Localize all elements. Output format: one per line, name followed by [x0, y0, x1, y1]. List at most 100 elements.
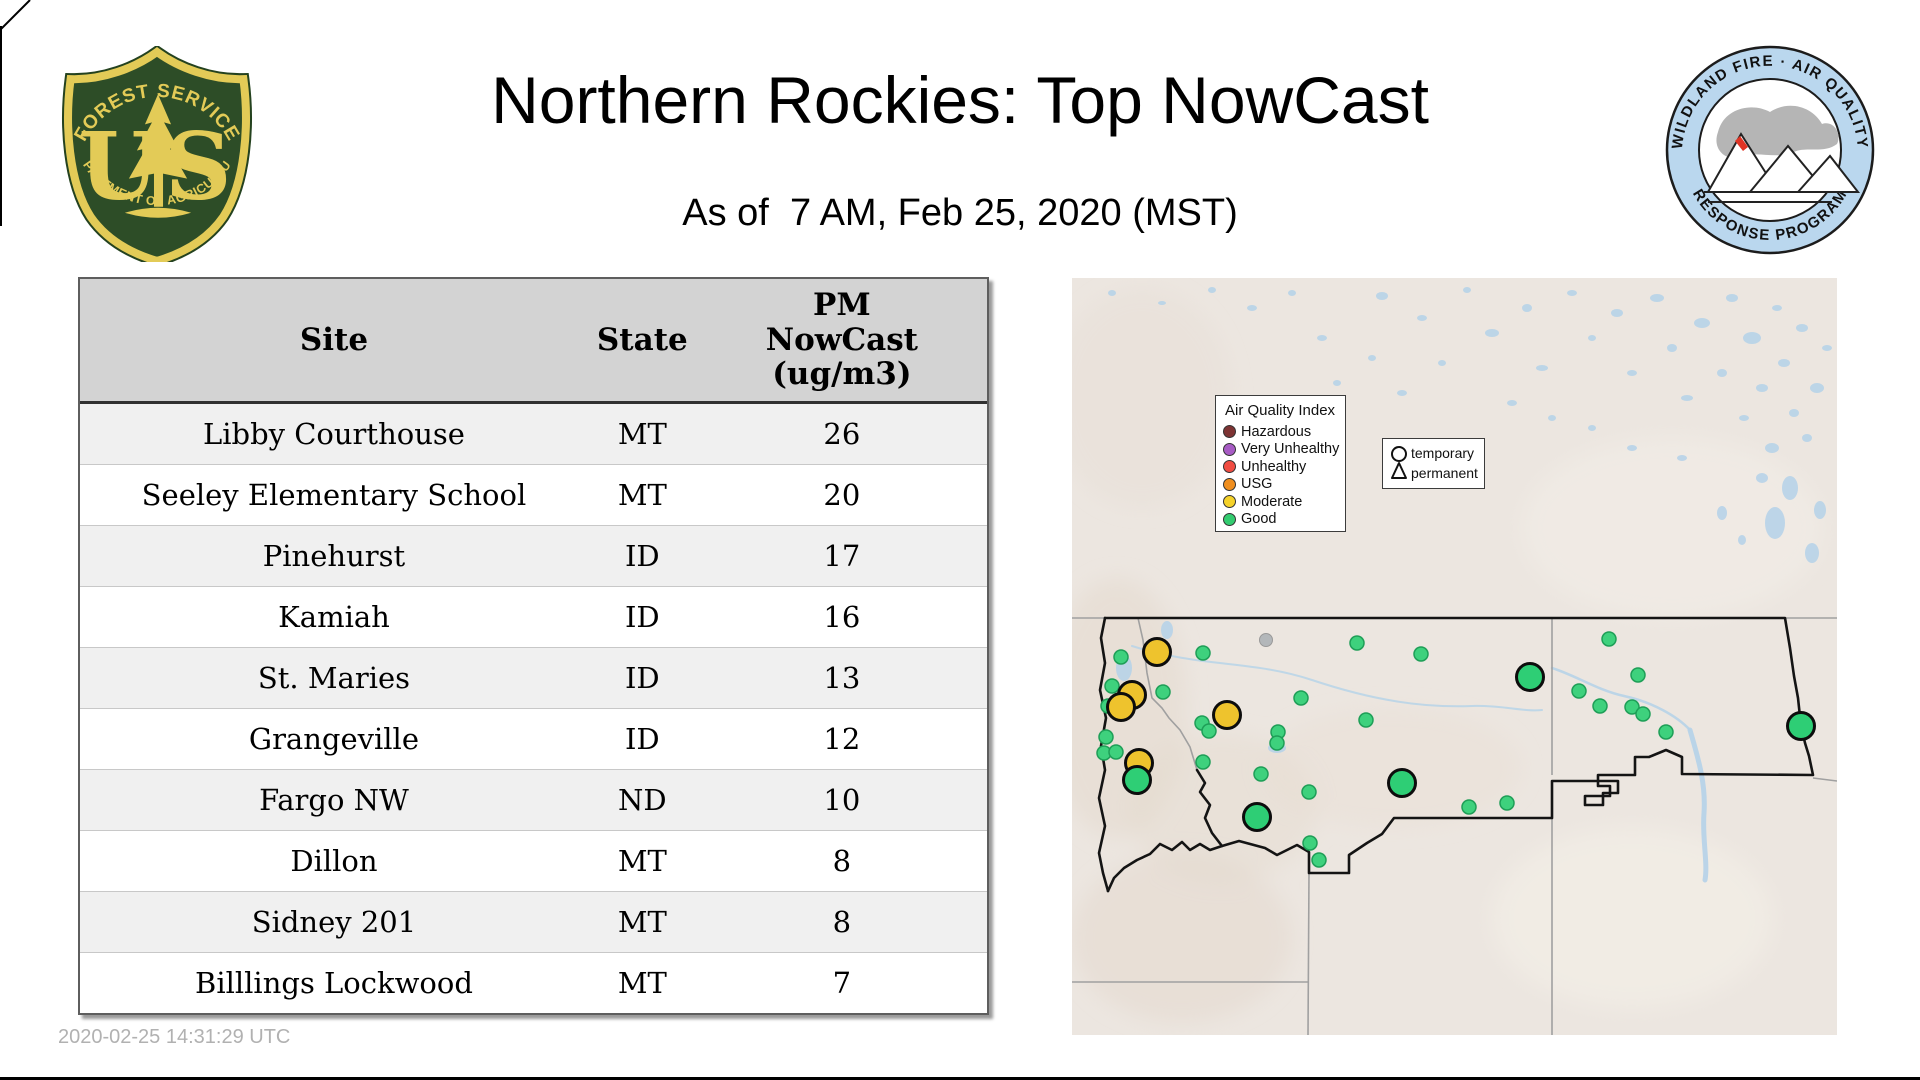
- monitor-dot-good-permanent: [1201, 723, 1217, 739]
- table-row: Seeley Elementary School MT 20: [80, 464, 987, 526]
- lake-blob: [1161, 621, 1173, 639]
- lake-blob: [1814, 501, 1826, 519]
- lake-blob: [1822, 345, 1832, 351]
- value-cell: 16: [696, 586, 987, 648]
- column-header-2: PM NowCast (ug/m3): [696, 279, 987, 404]
- aqi-item-label: Unhealthy: [1241, 458, 1307, 475]
- lake-blob: [1756, 384, 1768, 392]
- lake-blob: [1802, 434, 1812, 442]
- lake-blob: [1567, 290, 1577, 296]
- table-row: Billlings Lockwood MT 7: [80, 952, 987, 1013]
- lake-blob: [1611, 309, 1623, 317]
- value-cell: 12: [696, 708, 987, 770]
- monitor-dot-good-permanent: [1349, 635, 1365, 651]
- site-cell: Sidney 201: [80, 891, 588, 953]
- lake-blob: [1247, 305, 1257, 311]
- page-subtitle: As of 7 AM, Feb 25, 2020 (MST): [682, 192, 1238, 234]
- column-header-0: Site: [80, 279, 588, 404]
- aqi-color-dot: [1223, 495, 1236, 509]
- site-cell: Billlings Lockwood: [80, 952, 588, 1013]
- lake-blob: [1438, 360, 1446, 366]
- monitor-map: Air Quality Index Hazardous Very Unhealth…: [1072, 278, 1837, 1035]
- aqi-legend-item: Good: [1223, 511, 1345, 529]
- monitor-dot-moderate-temporary: [1106, 692, 1136, 722]
- state-cell: ID: [587, 586, 697, 648]
- aqi-color-dot: [1223, 512, 1236, 526]
- aqi-color-dot: [1223, 425, 1236, 439]
- lake-blob: [1756, 473, 1768, 483]
- aqi-item-label: USG: [1241, 476, 1273, 493]
- monitor-dot-good-permanent: [1358, 712, 1374, 728]
- monitor-dot-good-permanent: [1461, 799, 1477, 815]
- monitor-dot-good-permanent: [1301, 784, 1317, 800]
- state-cell: ID: [587, 647, 697, 709]
- value-cell: 7: [696, 952, 987, 1013]
- table-row: Sidney 201 MT 8: [80, 891, 987, 953]
- monitor-dot-good-permanent: [1630, 667, 1646, 683]
- monitor-dot-moderate-temporary: [1212, 700, 1242, 730]
- aqi-legend-title: Air Quality Index: [1225, 402, 1336, 419]
- lake-blob: [1694, 318, 1710, 328]
- site-cell: Pinehurst: [80, 525, 588, 587]
- permanent-monitor-icon: [1391, 462, 1407, 479]
- monitor-dot-good-temporary: [1122, 765, 1152, 795]
- monitor-dot-good-permanent: [1571, 683, 1587, 699]
- monitor-dot-good-permanent: [1113, 649, 1129, 665]
- table-header: Site State PM NowCast (ug/m3): [80, 279, 987, 404]
- state-cell: MT: [587, 830, 697, 892]
- monitor-dot-good-temporary: [1387, 768, 1417, 798]
- lake-blob: [1417, 315, 1427, 321]
- monitor-dot-good-permanent: [1601, 631, 1617, 647]
- monitor-type-symbols: [1391, 446, 1407, 479]
- lake-blob: [1368, 355, 1376, 361]
- wfaqrp-logo: WILDLAND FIRE · AIR QUALITY RESPONSE PRO…: [1665, 45, 1875, 255]
- aqi-color-dot: [1223, 477, 1236, 491]
- monitor-dot-good-permanent: [1195, 645, 1211, 661]
- lake-blob: [1772, 305, 1782, 311]
- nowcast-table: Site State PM NowCast (ug/m3) Libby Courth…: [80, 279, 987, 1013]
- state-cell: MT: [587, 464, 697, 526]
- table-row: Pinehurst ID 17: [80, 525, 987, 587]
- site-cell: Fargo NW: [80, 769, 588, 831]
- lake-blob: [1805, 543, 1819, 563]
- table-row: St. Maries ID 13: [80, 647, 987, 709]
- state-cell: MT: [587, 952, 697, 1013]
- lake-blob: [1717, 369, 1727, 377]
- monitor-type-legend: temporary permanent: [1382, 438, 1485, 489]
- monitor-dot-good-permanent: [1499, 795, 1515, 811]
- lake-blob: [1588, 425, 1596, 431]
- value-cell: 26: [696, 402, 987, 465]
- left-border-line: [0, 26, 2, 226]
- state-cell: MT: [587, 891, 697, 953]
- aqi-legend-item: USG: [1223, 476, 1345, 494]
- monitor-dot-good-permanent: [1302, 835, 1318, 851]
- site-cell: Libby Courthouse: [80, 402, 588, 465]
- table-row: Grangeville ID 12: [80, 708, 987, 770]
- monitor-dot-good-temporary: [1786, 711, 1816, 741]
- permanent-label: permanent: [1411, 465, 1478, 481]
- lake-blob: [1536, 365, 1548, 371]
- aqi-color-dot: [1223, 442, 1236, 456]
- table-row: Kamiah ID 16: [80, 586, 987, 648]
- lake-blob: [1522, 304, 1532, 312]
- aqi-item-label: Moderate: [1241, 493, 1303, 510]
- aqi-legend-item: Hazardous: [1223, 423, 1345, 441]
- value-cell: 8: [696, 891, 987, 953]
- page-title: Northern Rockies: Top NowCast: [491, 63, 1429, 137]
- monitor-dot-good-permanent: [1592, 698, 1608, 714]
- lake-blob: [1588, 335, 1596, 341]
- lake-blob: [1627, 445, 1637, 451]
- monitor-dot-good-permanent: [1413, 646, 1429, 662]
- lake-blob: [1743, 332, 1761, 344]
- table-row: Libby Courthouse MT 26: [80, 402, 987, 465]
- lake-blob: [1333, 380, 1341, 386]
- table-row: Fargo NW ND 10: [80, 769, 987, 831]
- lake-blob: [1288, 290, 1296, 296]
- monitor-dot-good-permanent: [1311, 852, 1327, 868]
- value-cell: 8: [696, 830, 987, 892]
- monitor-dot-good-permanent: [1293, 690, 1309, 706]
- lake-blob: [1765, 507, 1785, 539]
- lake-blob: [1376, 292, 1388, 300]
- lake-blob: [1667, 344, 1677, 352]
- lake-blob: [1677, 455, 1687, 461]
